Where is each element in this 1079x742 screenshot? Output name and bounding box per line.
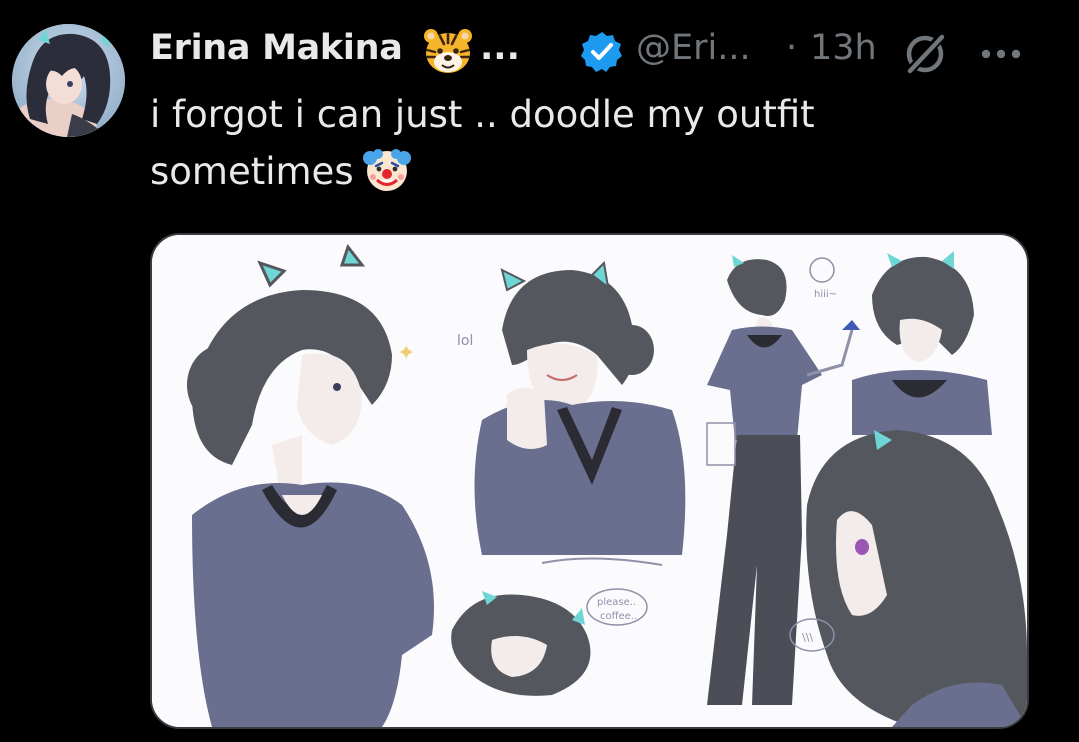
tiger-face-emoji-icon: [424, 29, 472, 73]
more-options-icon[interactable]: [976, 30, 1026, 76]
display-name[interactable]: Erina Makina: [150, 28, 403, 68]
doodle-text-coffee: coffee..: [600, 611, 637, 622]
tweet-media-image[interactable]: ✦ lol please.. coffee.. hiii~ \\\: [150, 233, 1029, 729]
avatar[interactable]: [12, 24, 125, 137]
doodle-text-bubble: \\\: [802, 631, 813, 644]
doodle-text-lol: lol: [457, 333, 473, 349]
verified-badge-icon[interactable]: [580, 30, 624, 74]
name-truncation: ...: [480, 28, 520, 68]
tweet-text-line-2: sometimes: [150, 143, 1030, 200]
doodle-text-please: please..: [597, 597, 636, 608]
tweet-header: Erina Makina ... @Eri... · 13h: [150, 26, 1060, 76]
tweet-card[interactable]: Erina Makina ... @Eri... · 13h i forgot …: [0, 0, 1079, 742]
outfit-doodle-illustration: ✦ lol please.. coffee.. hiii~ \\\: [152, 235, 1027, 727]
separator-dot: ·: [786, 28, 798, 68]
tweet-text: i forgot i can just .. doodle my outfit …: [150, 86, 1030, 200]
user-handle[interactable]: @Eri...: [636, 28, 751, 68]
avatar-image: [12, 24, 125, 137]
timestamp[interactable]: 13h: [810, 28, 877, 68]
clown-face-emoji-icon: [362, 149, 411, 191]
sparkle-icon: ✦: [397, 341, 415, 366]
doodle-text-hiii: hiii~: [814, 289, 837, 300]
tweet-text-line-1: i forgot i can just .. doodle my outfit: [150, 93, 815, 136]
grok-icon[interactable]: [902, 30, 948, 76]
tweet-text-line-2-words: sometimes: [150, 150, 354, 193]
